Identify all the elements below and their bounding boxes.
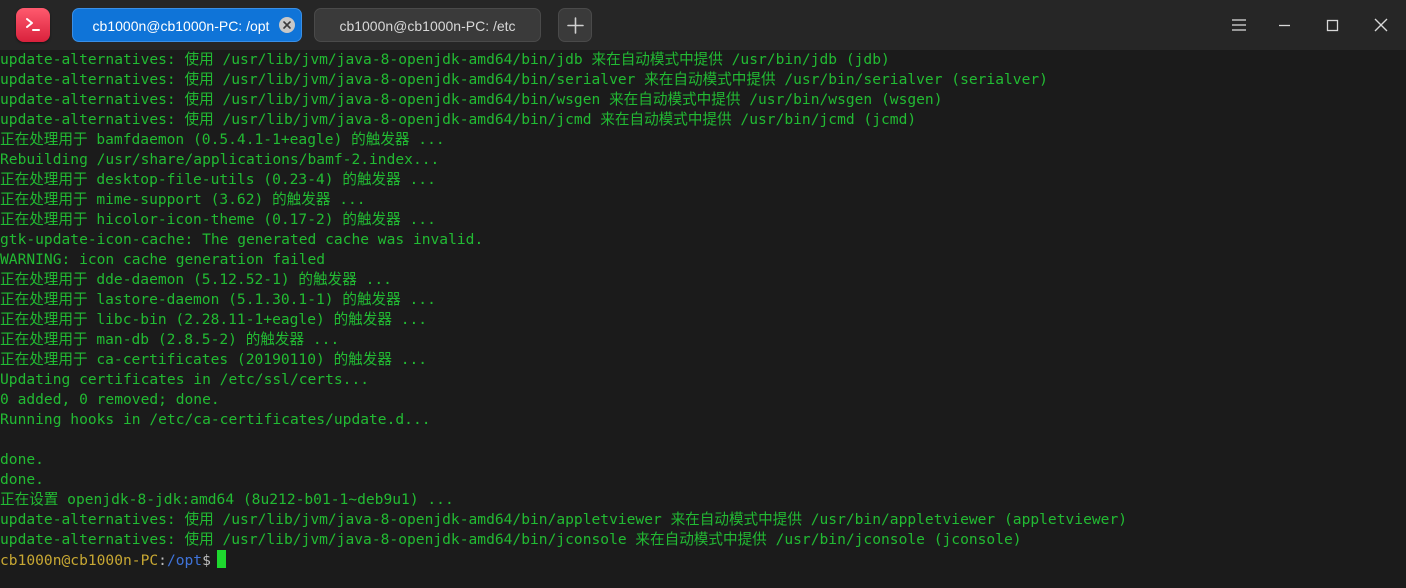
- terminal-line: WARNING: icon cache generation failed: [0, 251, 326, 268]
- prompt-user-host: cb1000n@cb1000n-PC: [0, 552, 159, 569]
- close-icon: [1374, 18, 1388, 32]
- hamburger-menu-icon: [1232, 19, 1246, 31]
- plus-icon: [567, 17, 584, 34]
- terminal-line: 正在处理用于 libc-bin (2.28.11-1+eagle) 的触发器 .…: [0, 311, 428, 328]
- maximize-icon: [1326, 19, 1339, 32]
- new-tab-button[interactable]: [558, 8, 592, 42]
- terminal-line: update-alternatives: 使用 /usr/lib/jvm/jav…: [0, 91, 943, 108]
- terminal-line: update-alternatives: 使用 /usr/lib/jvm/jav…: [0, 51, 890, 68]
- terminal-line: done.: [0, 471, 44, 488]
- terminal-line: update-alternatives: 使用 /usr/lib/jvm/jav…: [0, 531, 1022, 548]
- text-cursor: [216, 550, 226, 568]
- terminal-window: cb1000n@cb1000n-PC: /opt cb1000n@cb1000n…: [0, 0, 1406, 588]
- terminal-line: 0 added, 0 removed; done.: [0, 391, 220, 408]
- minimize-button[interactable]: [1268, 8, 1302, 42]
- close-circle-icon[interactable]: [279, 17, 295, 33]
- tab-etc[interactable]: cb1000n@cb1000n-PC: /etc: [314, 8, 541, 42]
- tab-label: cb1000n@cb1000n-PC: /opt: [92, 18, 270, 34]
- terminal-line: Updating certificates in /etc/ssl/certs.…: [0, 371, 370, 388]
- maximize-button[interactable]: [1315, 8, 1349, 42]
- close-window-button[interactable]: [1364, 8, 1398, 42]
- terminal-line: update-alternatives: 使用 /usr/lib/jvm/jav…: [0, 111, 917, 128]
- prompt-path: /opt: [166, 552, 203, 569]
- tab-opt[interactable]: cb1000n@cb1000n-PC: /opt: [72, 8, 302, 42]
- terminal-line: update-alternatives: 使用 /usr/lib/jvm/jav…: [0, 511, 1128, 528]
- title-bar: cb1000n@cb1000n-PC: /opt cb1000n@cb1000n…: [0, 0, 1406, 50]
- terminal-line: 正在处理用于 desktop-file-utils (0.23-4) 的触发器 …: [0, 171, 436, 188]
- terminal-line: 正在处理用于 ca-certificates (20190110) 的触发器 .…: [0, 351, 428, 368]
- terminal-line: gtk-update-icon-cache: The generated cac…: [0, 231, 484, 248]
- tab-label: cb1000n@cb1000n-PC: /etc: [339, 18, 516, 34]
- terminal-line: 正在处理用于 mime-support (3.62) 的触发器 ...: [0, 191, 366, 208]
- terminal-line: Running hooks in /etc/ca-certificates/up…: [0, 411, 431, 428]
- terminal-line: 正在处理用于 dde-daemon (5.12.52-1) 的触发器 ...: [0, 271, 392, 288]
- terminal-line: 正在处理用于 man-db (2.8.5-2) 的触发器 ...: [0, 331, 340, 348]
- terminal-line: Rebuilding /usr/share/applications/bamf-…: [0, 151, 440, 168]
- terminal-line: 正在处理用于 bamfdaemon (0.5.4.1-1+eagle) 的触发器…: [0, 131, 445, 148]
- terminal-line: 正在处理用于 hicolor-icon-theme (0.17-2) 的触发器 …: [0, 211, 436, 228]
- terminal-line: 正在设置 openjdk-8-jdk:amd64 (8u212-b01-1~de…: [0, 491, 454, 508]
- terminal-output-area[interactable]: update-alternatives: 使用 /usr/lib/jvm/jav…: [0, 50, 1406, 588]
- terminal-line: update-alternatives: 使用 /usr/lib/jvm/jav…: [0, 71, 1048, 88]
- terminal-line: 正在处理用于 lastore-daemon (5.1.30.1-1) 的触发器 …: [0, 291, 436, 308]
- terminal-app-icon[interactable]: [16, 8, 50, 42]
- minimize-icon: [1279, 24, 1290, 27]
- terminal-line: done.: [0, 451, 44, 468]
- main-menu-button[interactable]: [1222, 8, 1256, 42]
- prompt-symbol: $: [202, 552, 211, 569]
- shell-prompt[interactable]: cb1000n@cb1000n-PC:/opt$: [0, 550, 226, 570]
- prompt-colon: :: [158, 552, 167, 569]
